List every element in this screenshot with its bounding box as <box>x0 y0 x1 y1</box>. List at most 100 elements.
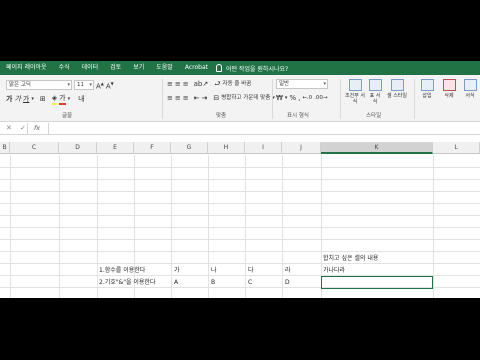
cell-e-row2[interactable]: 2.기호"&"을 이용한다 <box>99 277 171 289</box>
tab-acrobat[interactable]: Acrobat <box>179 61 214 75</box>
number-format-dropdown[interactable]: 일반 <box>276 79 328 89</box>
cancel-icon[interactable]: ✕ <box>6 122 12 135</box>
delete-cells-icon <box>442 79 456 91</box>
gridline <box>0 179 480 180</box>
align-top-icon[interactable]: ≡ <box>167 79 173 89</box>
gridline <box>0 239 480 240</box>
tab-review[interactable]: 검토 <box>104 61 127 75</box>
wrap-text-button[interactable]: 자동 줄 바꿈 <box>223 79 252 89</box>
conditional-format-icon <box>348 79 362 91</box>
worksheet-grid[interactable]: 합치고 싶은 셀의 내용 1.함수를 이용한다 가 나 다 라 가나다라 2.기… <box>0 155 480 298</box>
gridline <box>0 191 480 192</box>
delete-cells-button[interactable]: 삭제 <box>440 79 458 99</box>
column-header-f[interactable]: F <box>134 142 171 154</box>
cell-styles-button[interactable]: 셀 스타일 <box>384 79 410 99</box>
font-size-dropdown[interactable]: 11 <box>74 80 94 91</box>
underline-icon[interactable]: 가 <box>23 94 29 104</box>
gridline <box>0 263 480 264</box>
cell-e-row1[interactable]: 1.함수를 이용한다 <box>99 265 145 277</box>
insert-cells-icon <box>420 79 434 91</box>
column-header-row: B C D E F G H I J K L <box>0 142 480 154</box>
font-color-dropdown-icon[interactable]: ▾ <box>68 94 71 104</box>
excel-window: 페이지 레이아웃 수식 데이터 검토 보기 도움말 Acrobat 어떤 작업을… <box>0 61 480 298</box>
cell-i-row1[interactable]: 다 <box>248 265 254 277</box>
cell-j-row2[interactable]: D <box>285 277 290 289</box>
gridline <box>0 251 480 252</box>
align-left-icon[interactable]: ≡ <box>167 93 173 103</box>
decrease-decimal-icon[interactable]: .00→ <box>314 93 327 103</box>
currency-dropdown-icon[interactable]: ▾ <box>285 93 288 103</box>
italic-icon[interactable]: 가 <box>14 94 20 104</box>
format-cells-button[interactable]: 서식 <box>461 79 479 99</box>
shrink-font-icon[interactable]: A▼ <box>106 79 114 91</box>
cell-g-row1[interactable]: 가 <box>174 265 180 277</box>
selected-cell-k[interactable] <box>321 276 433 289</box>
align-middle-icon[interactable]: ≡ <box>175 79 181 89</box>
tab-formulas[interactable]: 수식 <box>53 61 76 75</box>
align-right-icon[interactable]: ≡ <box>183 93 189 103</box>
enter-icon[interactable]: ✓ <box>20 122 26 135</box>
merge-center-button[interactable]: 병합하고 가운데 맞춤 <box>221 93 270 103</box>
fx-icon[interactable]: fx <box>34 122 40 135</box>
formula-bar: ✕ ✓ fx <box>0 122 480 135</box>
cell-j-row1[interactable]: 라 <box>285 265 291 277</box>
insert-cells-button[interactable]: 삽입 <box>418 79 436 99</box>
format-as-table-button[interactable]: 표 서식 <box>368 79 382 105</box>
cell-h-row1[interactable]: 나 <box>211 265 217 277</box>
bold-icon[interactable]: 가 <box>6 94 12 104</box>
tab-page-layout[interactable]: 페이지 레이아웃 <box>0 61 53 75</box>
percent-icon[interactable]: % <box>289 93 296 103</box>
format-cells-icon <box>463 79 477 91</box>
font-group-label: 글꼴 <box>62 113 73 119</box>
number-group-label: 표시 형식 <box>287 113 309 119</box>
tab-data[interactable]: 데이터 <box>76 61 105 75</box>
column-header-b[interactable]: B <box>0 142 10 154</box>
column-header-j[interactable]: J <box>282 142 321 154</box>
ribbon-home: 맑은 고딕 11 A▲ A▼ 가 가 가 ▾ ⊞ ◈ 가 ▾ 내 글꼴 ≡ ≡ … <box>0 75 480 122</box>
tab-view[interactable]: 보기 <box>127 61 150 75</box>
merge-icon[interactable]: ⊟ <box>213 93 219 103</box>
currency-icon[interactable]: ₩ <box>276 93 283 103</box>
column-header-k[interactable]: K <box>321 142 433 154</box>
comma-icon[interactable]: , <box>298 93 300 103</box>
cell-i-row2[interactable]: C <box>248 277 252 289</box>
column-header-l[interactable]: L <box>433 142 480 154</box>
border-icon[interactable]: ⊞ <box>40 94 46 104</box>
tell-me-text: 어떤 작업을 원하시나요? <box>225 65 289 73</box>
align-center-icon[interactable]: ≡ <box>175 93 181 103</box>
column-header-i[interactable]: I <box>245 142 282 154</box>
gridline <box>0 215 480 216</box>
cell-k-header[interactable]: 합치고 싶은 셀의 내용 <box>323 253 378 265</box>
phonetic-icon[interactable]: 내 <box>78 94 84 104</box>
increase-decimal-icon[interactable]: ←.0 <box>302 93 312 103</box>
underline-dropdown-icon[interactable]: ▾ <box>31 94 34 104</box>
tab-help[interactable]: 도움말 <box>150 61 179 75</box>
align-group-label: 맞춤 <box>216 113 227 119</box>
increase-indent-icon[interactable]: ⇥ <box>202 93 208 103</box>
font-name-dropdown[interactable]: 맑은 고딕 <box>6 80 72 91</box>
column-header-h[interactable]: H <box>208 142 245 154</box>
formula-input[interactable] <box>48 123 478 134</box>
group-separator <box>340 79 341 119</box>
wrap-text-icon[interactable]: ⮐ <box>214 79 220 89</box>
group-separator <box>162 79 163 119</box>
cell-g-row2[interactable]: A <box>174 277 178 289</box>
styles-group-label: 스타일 <box>366 113 382 119</box>
column-header-d[interactable]: D <box>59 142 97 154</box>
gridline <box>0 227 480 228</box>
column-header-e[interactable]: E <box>97 142 134 154</box>
group-separator <box>272 79 273 119</box>
font-color-icon[interactable]: 가 <box>59 93 66 105</box>
grow-font-icon[interactable]: A▲ <box>96 79 104 91</box>
fill-color-icon[interactable]: ◈ <box>51 93 58 105</box>
cell-h-row2[interactable]: B <box>211 277 215 289</box>
column-header-c[interactable]: C <box>10 142 59 154</box>
cell-styles-icon <box>390 79 404 91</box>
align-bottom-icon[interactable]: ≡ <box>183 79 189 89</box>
conditional-format-button[interactable]: 조건부 서식 <box>344 79 366 105</box>
column-header-g[interactable]: G <box>171 142 208 154</box>
tell-me-box[interactable]: 어떤 작업을 원하시나요? <box>214 64 288 73</box>
ribbon-tab-bar: 페이지 레이아웃 수식 데이터 검토 보기 도움말 Acrobat 어떤 작업을… <box>0 61 480 75</box>
orientation-icon[interactable]: ab↗ <box>194 79 209 89</box>
decrease-indent-icon[interactable]: ⇤ <box>194 93 200 103</box>
